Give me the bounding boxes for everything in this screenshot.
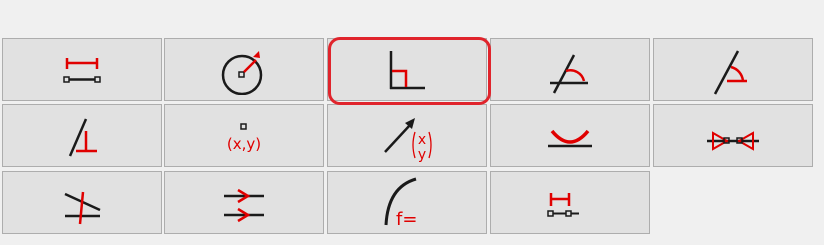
vector-x-label: x — [418, 132, 426, 148]
angle-lines-constraint-button[interactable] — [653, 38, 813, 101]
perpendicular-constraint-button[interactable] — [327, 38, 487, 101]
angle-constraint-button[interactable] — [490, 38, 650, 101]
point-on-line-icon — [68, 118, 97, 156]
curve-function-icon: f= — [384, 177, 417, 230]
perpendicular-icon — [389, 50, 425, 89]
midpoint-constraint-button[interactable] — [2, 171, 162, 234]
point-coordinates-constraint-button[interactable]: (x,y) — [164, 104, 324, 167]
angle-arc-icon — [550, 53, 588, 94]
vector-xy-icon: x y — [384, 117, 432, 163]
tangent-constraint-button[interactable] — [490, 104, 650, 167]
curve-function-constraint-button[interactable]: f= — [327, 171, 487, 234]
point-xy-label: (x,y) — [227, 135, 261, 153]
horizontal-dimension-icon — [63, 57, 101, 83]
curve-function-label: f= — [396, 209, 417, 230]
crossing-lines-icon — [64, 191, 101, 224]
vector-y-label: y — [418, 147, 426, 163]
parallel-constraint-button[interactable] — [164, 171, 324, 234]
parallel-icon — [224, 188, 264, 222]
point-distance-icon — [547, 192, 579, 217]
circle-radius-icon — [221, 50, 263, 95]
constraint-toolbar: (x,y) x y f= — [0, 0, 824, 245]
distance-between-points-constraint-button[interactable] — [490, 171, 650, 234]
angle-lines-icon — [713, 49, 747, 95]
horizontal-distance-constraint-button[interactable] — [2, 38, 162, 101]
point-xy-icon: (x,y) — [227, 122, 261, 153]
symmetric-icon — [707, 130, 759, 151]
vector-coordinates-constraint-button[interactable]: x y — [327, 104, 487, 167]
radius-constraint-button[interactable] — [164, 38, 324, 101]
symmetric-constraint-button[interactable] — [653, 104, 813, 167]
point-on-line-constraint-button[interactable] — [2, 104, 162, 167]
tangent-arc-icon — [548, 129, 592, 147]
